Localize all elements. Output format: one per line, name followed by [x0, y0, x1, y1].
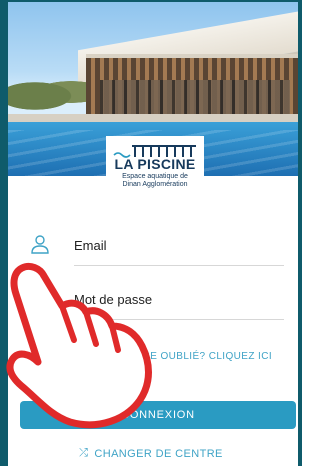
- change-centre-link[interactable]: ⤮ CHANGER DE CENTRE: [0, 447, 302, 460]
- logo-title: LA PISCINE: [114, 156, 196, 172]
- pointing-hand-icon: [6, 262, 152, 429]
- logo-subtitle-line1: Espace aquatique de: [122, 173, 188, 180]
- change-centre-label: CHANGER DE CENTRE: [94, 447, 223, 460]
- logo-subtitle-line2: Dinan Agglomération: [122, 181, 188, 188]
- logo-subtitle: Espace aquatique de Dinan Agglomération: [106, 173, 204, 189]
- logo: LA PISCINE Espace aquatique de Dinan Agg…: [106, 136, 204, 200]
- shuffle-icon: ⤮: [79, 447, 89, 459]
